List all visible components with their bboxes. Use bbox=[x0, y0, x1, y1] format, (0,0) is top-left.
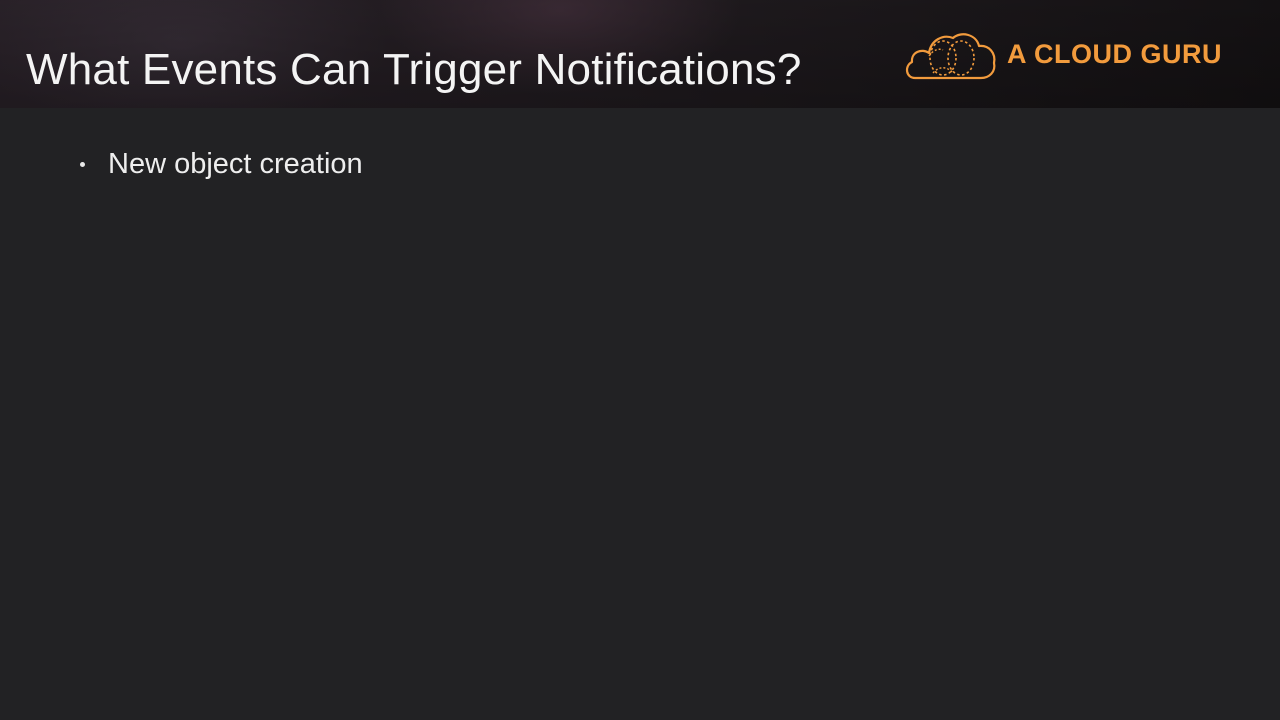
cloud-icon bbox=[905, 33, 996, 80]
slide-title: What Events Can Trigger Notifications? bbox=[26, 45, 802, 94]
brand-logo: A CLOUD GURU bbox=[903, 28, 1243, 82]
slide-body: New object creation bbox=[0, 108, 1280, 720]
logo-wordmark: A CLOUD GURU bbox=[1007, 39, 1222, 69]
slide: What Events Can Trigger Notifications? A… bbox=[0, 0, 1280, 720]
bullet-text: New object creation bbox=[108, 148, 363, 180]
slide-header: What Events Can Trigger Notifications? A… bbox=[0, 0, 1280, 108]
bullet-icon bbox=[80, 162, 85, 167]
